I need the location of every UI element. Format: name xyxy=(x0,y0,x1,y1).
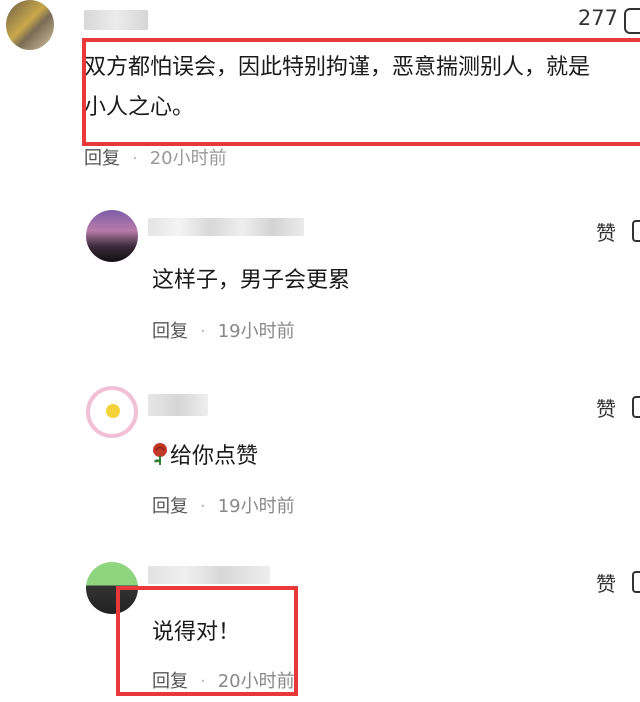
separator-dot: · xyxy=(200,496,206,517)
avatar[interactable] xyxy=(86,386,138,438)
comment-meta: 回复 · 20小时前 xyxy=(84,144,227,170)
separator-dot: · xyxy=(132,148,138,169)
username-redacted[interactable] xyxy=(148,566,270,584)
like-label: 赞 xyxy=(596,572,616,596)
like-count: 277 xyxy=(577,6,618,30)
avatar-face xyxy=(106,404,120,418)
like-label: 赞 xyxy=(596,397,616,421)
timestamp: 19小时前 xyxy=(217,321,295,342)
thumbs-up-icon[interactable] xyxy=(632,571,640,593)
avatar[interactable] xyxy=(86,210,138,262)
username-redacted[interactable] xyxy=(84,10,148,30)
like-label: 赞 xyxy=(596,221,616,245)
thumbs-up-icon[interactable] xyxy=(632,396,640,418)
thumbs-up-icon[interactable] xyxy=(624,8,640,34)
reply-text: 给你点赞 xyxy=(152,438,258,470)
reply-button[interactable]: 回复 xyxy=(152,321,188,342)
reply-button[interactable]: 回复 xyxy=(84,148,120,169)
like-button[interactable]: 赞 xyxy=(596,217,616,246)
like-button[interactable]: 赞 xyxy=(596,568,616,597)
reply-button[interactable]: 回复 xyxy=(152,496,188,517)
reply-meta: 回复 · 19小时前 xyxy=(152,317,295,343)
reply-meta: 回复 · 19小时前 xyxy=(152,492,295,518)
username-redacted[interactable] xyxy=(148,394,208,416)
timestamp: 19小时前 xyxy=(217,496,295,517)
timestamp: 20小时前 xyxy=(149,148,227,169)
highlight-box xyxy=(116,586,298,696)
highlight-box xyxy=(82,38,640,146)
avatar[interactable] xyxy=(6,0,54,50)
rose-emoji-icon xyxy=(153,443,167,465)
reply-text: 这样子，男子会更累 xyxy=(152,268,351,293)
thumbs-up-icon[interactable] xyxy=(632,220,640,242)
like-button[interactable]: 赞 xyxy=(596,393,616,422)
reply-text-content: 给你点赞 xyxy=(170,444,259,469)
separator-dot: · xyxy=(200,321,206,342)
username-redacted[interactable] xyxy=(148,218,304,236)
